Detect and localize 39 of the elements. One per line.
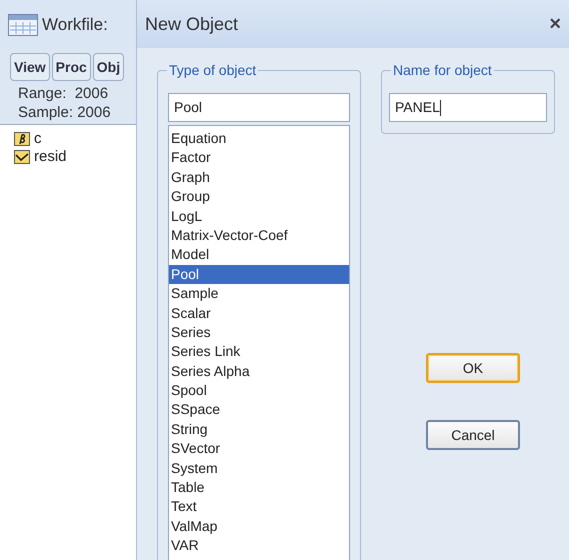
cancel-button[interactable]: Cancel <box>426 420 520 450</box>
type-list-item[interactable]: Matrix-Vector-Coef <box>169 226 349 246</box>
workfile-title: Workfile: <box>42 14 108 36</box>
type-list-item[interactable]: Group <box>169 187 349 207</box>
type-list-item[interactable]: Series Link <box>169 342 349 362</box>
toolbar-button[interactable]: View <box>10 53 50 81</box>
object-item[interactable]: c <box>34 131 42 147</box>
type-list-item[interactable]: Table <box>169 478 349 498</box>
type-list-item[interactable]: ValMap <box>169 516 349 536</box>
type-list-item[interactable]: Spool <box>169 381 349 400</box>
sample-text: Sample: 2006 <box>18 103 112 122</box>
type-list-item[interactable]: Series <box>169 322 349 342</box>
beta-icon <box>14 132 30 146</box>
type-list-item[interactable]: VAR <box>169 536 349 556</box>
type-list-item[interactable]: Graph <box>169 168 349 188</box>
table-icon <box>8 14 38 36</box>
type-list-item[interactable]: LogL <box>169 206 349 226</box>
object-item[interactable]: resid <box>34 149 67 165</box>
ok-button[interactable]: OK <box>426 353 520 383</box>
type-list-item[interactable]: Model <box>169 245 349 265</box>
type-list-item[interactable]: Pool <box>169 264 349 284</box>
type-combo-field[interactable]: Pool <box>168 93 350 122</box>
type-list-item[interactable]: SSpace <box>169 400 349 420</box>
close-button[interactable]: × <box>545 14 565 34</box>
type-list-item[interactable]: SVector <box>169 439 349 459</box>
range-text: Range: 2006 <box>18 84 110 103</box>
line-chart-icon <box>14 150 30 164</box>
name-input-field[interactable]: PANEL <box>389 93 547 122</box>
type-list-item[interactable]: Sample <box>169 284 349 304</box>
type-list-item[interactable]: Equation <box>169 129 349 148</box>
type-list-item[interactable]: Text <box>169 497 349 517</box>
dialog-title: New Object <box>145 12 238 36</box>
type-list-item[interactable]: System <box>169 458 349 478</box>
type-list-item[interactable]: Factor <box>169 148 349 168</box>
type-list-item[interactable]: String <box>169 420 349 440</box>
type-list-item[interactable]: Scalar <box>169 304 349 323</box>
toolbar-button[interactable]: Proc <box>52 53 91 81</box>
toolbar-button[interactable]: Obj <box>92 53 124 81</box>
type-list-item[interactable]: Series Alpha <box>169 362 349 382</box>
